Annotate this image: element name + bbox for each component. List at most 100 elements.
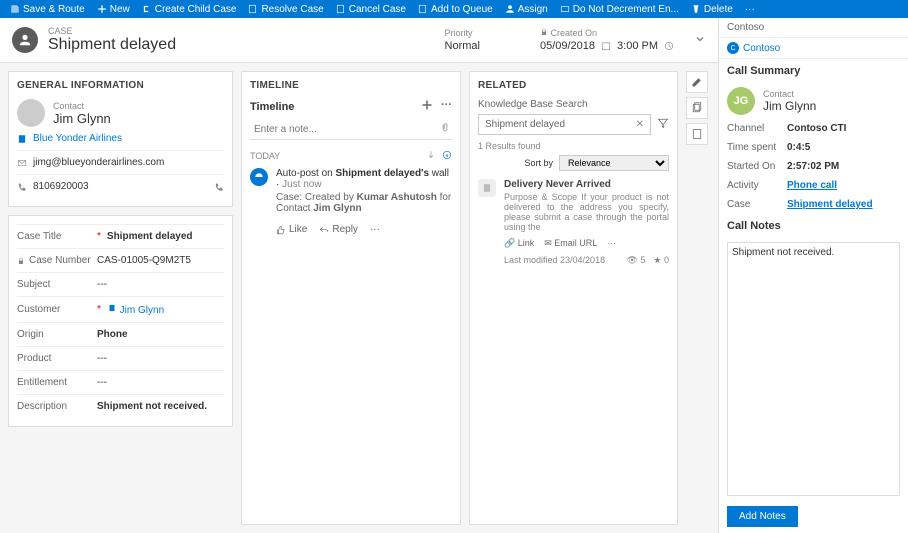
email-icon bbox=[17, 158, 27, 168]
cmd-new[interactable]: New bbox=[91, 4, 136, 15]
form-row[interactable]: Subject--- bbox=[17, 272, 224, 296]
kb-search-label: Knowledge Base Search bbox=[478, 99, 669, 110]
article-icon bbox=[478, 179, 496, 197]
field-label: Origin bbox=[17, 329, 97, 340]
reply-button[interactable]: Reply bbox=[319, 224, 358, 235]
call-panel: Contoso CContoso Call Summary JG Contact… bbox=[718, 18, 908, 533]
like-button[interactable]: Like bbox=[276, 224, 307, 235]
timeline-info-icon[interactable] bbox=[442, 150, 452, 162]
field-label: Entitlement bbox=[17, 377, 97, 388]
timeline-today-label: TODAY bbox=[250, 151, 280, 161]
created-date: 05/09/2018 bbox=[540, 40, 595, 52]
summary-value: Contoso CTI bbox=[787, 123, 900, 134]
cmd-do-not-decrement[interactable]: Do Not Decrement En... bbox=[554, 4, 685, 15]
timeline-more-icon[interactable]: ··· bbox=[441, 99, 452, 114]
summary-row: ActivityPhone call bbox=[719, 176, 908, 195]
sort-label: Sort by bbox=[524, 158, 553, 168]
summary-label: Time spent bbox=[727, 142, 787, 153]
timeline-item: Auto-post on Shipment delayed's wall · J… bbox=[250, 168, 452, 214]
sort-select[interactable]: Relevance bbox=[559, 155, 669, 171]
priority-label: Priority bbox=[445, 28, 480, 38]
summary-row: Time spent0:4:5 bbox=[719, 138, 908, 157]
field-value: Shipment delayed bbox=[107, 231, 224, 242]
tool-copy-icon[interactable] bbox=[686, 97, 708, 119]
summary-row: ChannelContoso CTI bbox=[719, 119, 908, 138]
timeline-heading: TIMELINE bbox=[250, 80, 452, 91]
clear-search-icon[interactable]: ✕ bbox=[636, 119, 644, 130]
summary-value[interactable]: Phone call bbox=[787, 180, 900, 191]
field-label: Case Title bbox=[17, 231, 97, 242]
form-row[interactable]: Case Title*Shipment delayed bbox=[17, 224, 224, 248]
general-info-card: GENERAL INFORMATION Contact Jim Glynn Bl… bbox=[8, 71, 233, 207]
kb-views: 👁 5 bbox=[626, 255, 645, 266]
created-time: 3:00 PM bbox=[617, 40, 658, 52]
article-title: Delivery Never Arrived bbox=[504, 179, 669, 190]
phone-icon bbox=[17, 182, 27, 192]
lock-icon bbox=[17, 257, 25, 265]
priority-value: Normal bbox=[445, 40, 480, 52]
cmd-add-queue[interactable]: Add to Queue bbox=[412, 4, 499, 15]
field-value: --- bbox=[97, 353, 224, 364]
timeline-item-more[interactable]: ··· bbox=[370, 224, 380, 235]
field-label: Case Number bbox=[17, 255, 97, 266]
summary-label: Activity bbox=[727, 180, 787, 191]
kb-result-count: 1 Results found bbox=[478, 141, 669, 151]
panel-tab[interactable]: Contoso bbox=[719, 18, 908, 38]
tool-doc-icon[interactable] bbox=[686, 123, 708, 145]
kb-rating: ★ 0 bbox=[653, 255, 669, 266]
tool-edit-icon[interactable] bbox=[686, 71, 708, 93]
timeline-add-icon[interactable] bbox=[421, 99, 433, 114]
side-toolstrip bbox=[686, 71, 710, 525]
cmd-assign[interactable]: Assign bbox=[499, 4, 554, 15]
field-value: --- bbox=[97, 279, 224, 290]
timeline-sort-icon[interactable] bbox=[426, 150, 436, 162]
article-desc: Purpose & Scope If your product is not d… bbox=[504, 192, 669, 232]
form-row[interactable]: Customer* Jim Glynn bbox=[17, 296, 224, 322]
call-notes-text[interactable]: Shipment not received. bbox=[727, 242, 900, 496]
company-link[interactable]: Blue Yonder Airlines bbox=[17, 133, 224, 144]
lock-icon bbox=[540, 28, 548, 36]
cmd-more[interactable]: ··· bbox=[739, 4, 761, 15]
cmd-delete[interactable]: Delete bbox=[685, 4, 739, 15]
cmd-create-child[interactable]: Create Child Case bbox=[136, 4, 243, 15]
contact-label: Contact bbox=[53, 101, 111, 111]
expand-chevron-icon[interactable] bbox=[694, 33, 706, 48]
add-notes-button[interactable]: Add Notes bbox=[727, 506, 798, 527]
phone-value[interactable]: 8106920003 bbox=[33, 181, 214, 192]
entity-badge-icon bbox=[12, 27, 38, 53]
attachment-icon[interactable] bbox=[440, 122, 450, 135]
form-row[interactable]: Case NumberCAS-01005-Q9M2T5 bbox=[17, 248, 224, 272]
general-info-heading: GENERAL INFORMATION bbox=[17, 80, 224, 91]
calendar-icon bbox=[601, 41, 611, 51]
org-link[interactable]: CContoso bbox=[719, 38, 908, 59]
summary-label: Started On bbox=[727, 161, 787, 172]
kb-link-button[interactable]: 🔗 Link bbox=[504, 238, 534, 249]
kb-more-button[interactable]: ··· bbox=[607, 238, 616, 249]
field-value: CAS-01005-Q9M2T5 bbox=[97, 255, 224, 266]
side-contact-label: Contact bbox=[763, 89, 816, 99]
related-card: RELATED Knowledge Base Search Shipment d… bbox=[469, 71, 678, 525]
kb-search-input[interactable]: Shipment delayed ✕ bbox=[478, 114, 651, 135]
created-on-label: Created On bbox=[540, 28, 674, 38]
record-title: Shipment delayed bbox=[48, 36, 176, 54]
email-value[interactable]: jimg@blueyonderairlines.com bbox=[33, 157, 224, 168]
field-value: Jim Glynn bbox=[107, 303, 224, 316]
timeline-card: TIMELINE Timeline ··· TODAY bbox=[241, 71, 461, 525]
filter-icon[interactable] bbox=[657, 117, 669, 132]
kb-article[interactable]: Delivery Never Arrived Purpose & Scope I… bbox=[478, 179, 669, 232]
summary-value[interactable]: Shipment delayed bbox=[787, 199, 900, 210]
call-notes-heading: Call Notes bbox=[719, 214, 908, 238]
summary-value: 0:4:5 bbox=[787, 142, 900, 153]
form-row[interactable]: Product--- bbox=[17, 346, 224, 370]
form-row[interactable]: DescriptionShipment not received. bbox=[17, 394, 224, 418]
call-action-icon[interactable] bbox=[214, 182, 224, 192]
cmd-resolve[interactable]: Resolve Case bbox=[242, 4, 329, 15]
kb-email-button[interactable]: ✉ Email URL bbox=[544, 238, 597, 249]
timeline-note-input[interactable] bbox=[250, 120, 452, 140]
form-row[interactable]: OriginPhone bbox=[17, 322, 224, 346]
form-row[interactable]: Entitlement--- bbox=[17, 370, 224, 394]
cmd-save-route[interactable]: Save & Route bbox=[4, 4, 91, 15]
related-heading: RELATED bbox=[478, 80, 669, 91]
summary-label: Case bbox=[727, 199, 787, 210]
cmd-cancel[interactable]: Cancel Case bbox=[330, 4, 412, 15]
